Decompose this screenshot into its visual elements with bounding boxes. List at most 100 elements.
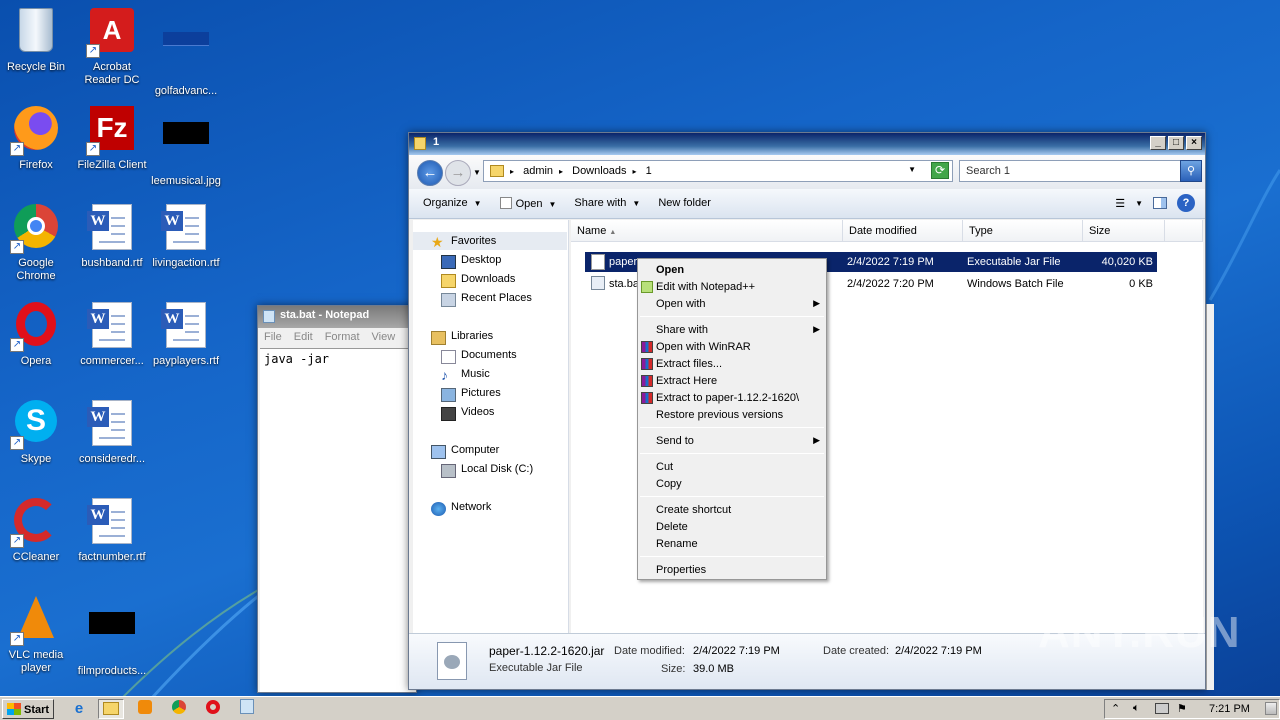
desktop-icon-recycle-bin[interactable]: Recycle Bin	[0, 4, 74, 96]
desktop-icon-golfadvanc[interactable]: golfadvanc...	[148, 4, 224, 97]
desktop-icon-filmproducts[interactable]: filmproducts...	[74, 592, 150, 684]
cm-cut[interactable]: Cut	[640, 459, 824, 476]
nav-network[interactable]: Network	[431, 501, 491, 519]
cm-delete[interactable]: Delete	[640, 519, 824, 536]
breadcrumb-1[interactable]: 1	[646, 165, 652, 177]
maximize-button[interactable]: □	[1168, 136, 1184, 150]
cm-create-shortcut[interactable]: Create shortcut	[640, 502, 824, 519]
nav-documents[interactable]: Documents	[441, 349, 517, 367]
desktop-icon-ccleaner[interactable]: ↗ CCleaner	[0, 494, 74, 586]
show-hidden-icons-icon[interactable]: ⌃	[1111, 702, 1120, 715]
nav-desktop[interactable]: Desktop	[441, 254, 501, 272]
desktop-icon-leemusical[interactable]: leemusical.jpg	[148, 102, 224, 194]
taskbar-explorer-icon[interactable]	[98, 699, 124, 719]
cm-extract-to[interactable]: Extract to paper-1.12.2-1620\	[640, 390, 824, 407]
menu-format[interactable]: Format	[325, 331, 360, 345]
desktop-icon-filezilla[interactable]: Fz ↗ FileZilla Client	[74, 102, 150, 194]
cm-extract-here[interactable]: Extract Here	[640, 373, 824, 390]
menu-edit[interactable]: Edit	[294, 331, 313, 345]
nav-music[interactable]: ♪ Music	[441, 368, 490, 386]
cm-separator	[640, 496, 824, 497]
desktop-icon-payplayers[interactable]: W payplayers.rtf	[148, 298, 224, 390]
cm-open[interactable]: Open	[640, 262, 824, 279]
nav-recent-places[interactable]: Recent Places	[441, 292, 532, 310]
recent-pages-dropdown[interactable]: ▼	[473, 168, 481, 177]
column-header-size[interactable]: Size	[1083, 220, 1165, 242]
nav-favorites[interactable]: ★ Favorites	[431, 235, 496, 253]
menu-view[interactable]: View	[372, 331, 396, 345]
cm-edit-notepadpp[interactable]: Edit with Notepad++	[640, 279, 824, 296]
cm-send-to[interactable]: Send to ▶	[640, 433, 824, 450]
refresh-button[interactable]: ⟳	[931, 162, 949, 179]
network-tray-icon[interactable]	[1155, 703, 1169, 714]
cm-separator	[640, 427, 824, 428]
desktop-icon-skype[interactable]: S ↗ Skype	[0, 396, 74, 488]
nav-local-disk[interactable]: Local Disk (C:)	[441, 463, 533, 481]
desktop-icon-firefox[interactable]: ↗ Firefox	[0, 102, 74, 194]
desktop-icon-commercer[interactable]: W commercer...	[74, 298, 150, 390]
cm-extract-files[interactable]: Extract files...	[640, 356, 824, 373]
taskbar-notepad-icon[interactable]	[234, 699, 260, 719]
cm-open-winrar[interactable]: Open with WinRAR	[640, 339, 824, 356]
address-dropdown-icon[interactable]: ▼	[908, 165, 916, 174]
submenu-arrow-icon: ▶	[813, 435, 820, 445]
cm-properties[interactable]: Properties	[640, 562, 824, 579]
nav-downloads[interactable]: Downloads	[441, 273, 515, 291]
cm-share-with[interactable]: Share with ▶	[640, 322, 824, 339]
volume-icon[interactable]: 🔈︎	[1133, 702, 1140, 715]
back-button[interactable]: ←	[417, 160, 443, 186]
nav-videos[interactable]: Videos	[441, 406, 494, 424]
view-options-icon[interactable]: ☰	[1115, 197, 1125, 210]
close-button[interactable]: ×	[1186, 136, 1202, 150]
desktop-icon-bushband[interactable]: W bushband.rtf	[74, 200, 150, 292]
details-created-label: Date created:	[823, 645, 890, 657]
help-icon[interactable]: ?	[1177, 194, 1195, 212]
desktop-icon-opera[interactable]: ↗ Opera	[0, 298, 74, 390]
desktop-icon-consideredr[interactable]: W consideredr...	[74, 396, 150, 488]
column-header-type[interactable]: Type	[963, 220, 1083, 242]
preview-pane-icon[interactable]	[1153, 197, 1167, 209]
forward-button[interactable]: →	[445, 160, 471, 186]
notepad-titlebar[interactable]: sta.bat - Notepad	[258, 306, 416, 328]
desktop-icon-vlc[interactable]: ↗ VLC media player	[0, 592, 74, 684]
show-desktop-button[interactable]	[1265, 702, 1277, 715]
taskbar-media-player-icon[interactable]	[132, 699, 158, 719]
cm-restore-versions[interactable]: Restore previous versions	[640, 407, 824, 424]
new-folder-button[interactable]: New folder	[658, 197, 711, 210]
open-button[interactable]: Open ▼	[499, 197, 556, 210]
notepad-text-area[interactable]: java -jar	[260, 348, 416, 692]
desktop-icon-factnumber[interactable]: W factnumber.rtf	[74, 494, 150, 586]
taskbar-opera-icon[interactable]	[200, 699, 226, 719]
notepad-window[interactable]: sta.bat - Notepad File Edit Format View …	[257, 305, 417, 693]
taskbar-chrome-icon[interactable]	[166, 699, 192, 719]
nav-computer[interactable]: Computer	[431, 444, 499, 462]
taskbar-ie-icon[interactable]: e	[66, 699, 92, 719]
breadcrumb-admin[interactable]: admin	[523, 165, 553, 177]
organize-button[interactable]: Organize ▼	[423, 197, 482, 210]
desktop-icon-chrome[interactable]: ↗ Google Chrome	[0, 200, 74, 292]
details-filetype: Executable Jar File	[489, 662, 583, 674]
shortcut-arrow-icon: ↗	[10, 338, 24, 352]
search-icon[interactable]: ⚲	[1180, 160, 1202, 182]
start-button[interactable]: Start	[2, 699, 54, 719]
address-bar[interactable]: ▸ admin ▸ Downloads ▸ 1 ▼	[483, 160, 953, 182]
cm-rename[interactable]: Rename	[640, 536, 824, 553]
action-center-flag-icon[interactable]: ⚑	[1177, 702, 1187, 715]
cm-copy[interactable]: Copy	[640, 476, 824, 493]
view-dropdown-icon[interactable]: ▼	[1135, 199, 1143, 208]
menu-file[interactable]: File	[264, 331, 282, 345]
share-with-button[interactable]: Share with ▼	[574, 197, 640, 210]
minimize-button[interactable]: _	[1150, 136, 1166, 150]
clock[interactable]: 7:21 PM	[1209, 703, 1250, 715]
desktop-icon-livingaction[interactable]: W livingaction.rtf	[148, 200, 224, 292]
column-header-date[interactable]: Date modified	[843, 220, 963, 242]
explorer-titlebar[interactable]: 1 _ □ ×	[409, 133, 1205, 155]
column-header-name[interactable]: Name ▲	[571, 220, 843, 242]
cm-open-with[interactable]: Open with ▶	[640, 296, 824, 313]
details-modified-label: Date modified:	[614, 645, 685, 657]
nav-libraries[interactable]: Libraries	[431, 330, 493, 348]
search-input[interactable]: Search 1	[959, 160, 1201, 182]
nav-pictures[interactable]: Pictures	[441, 387, 501, 405]
breadcrumb-downloads[interactable]: Downloads	[572, 165, 626, 177]
desktop-icon-acrobat[interactable]: A ↗ Acrobat Reader DC	[74, 4, 150, 96]
